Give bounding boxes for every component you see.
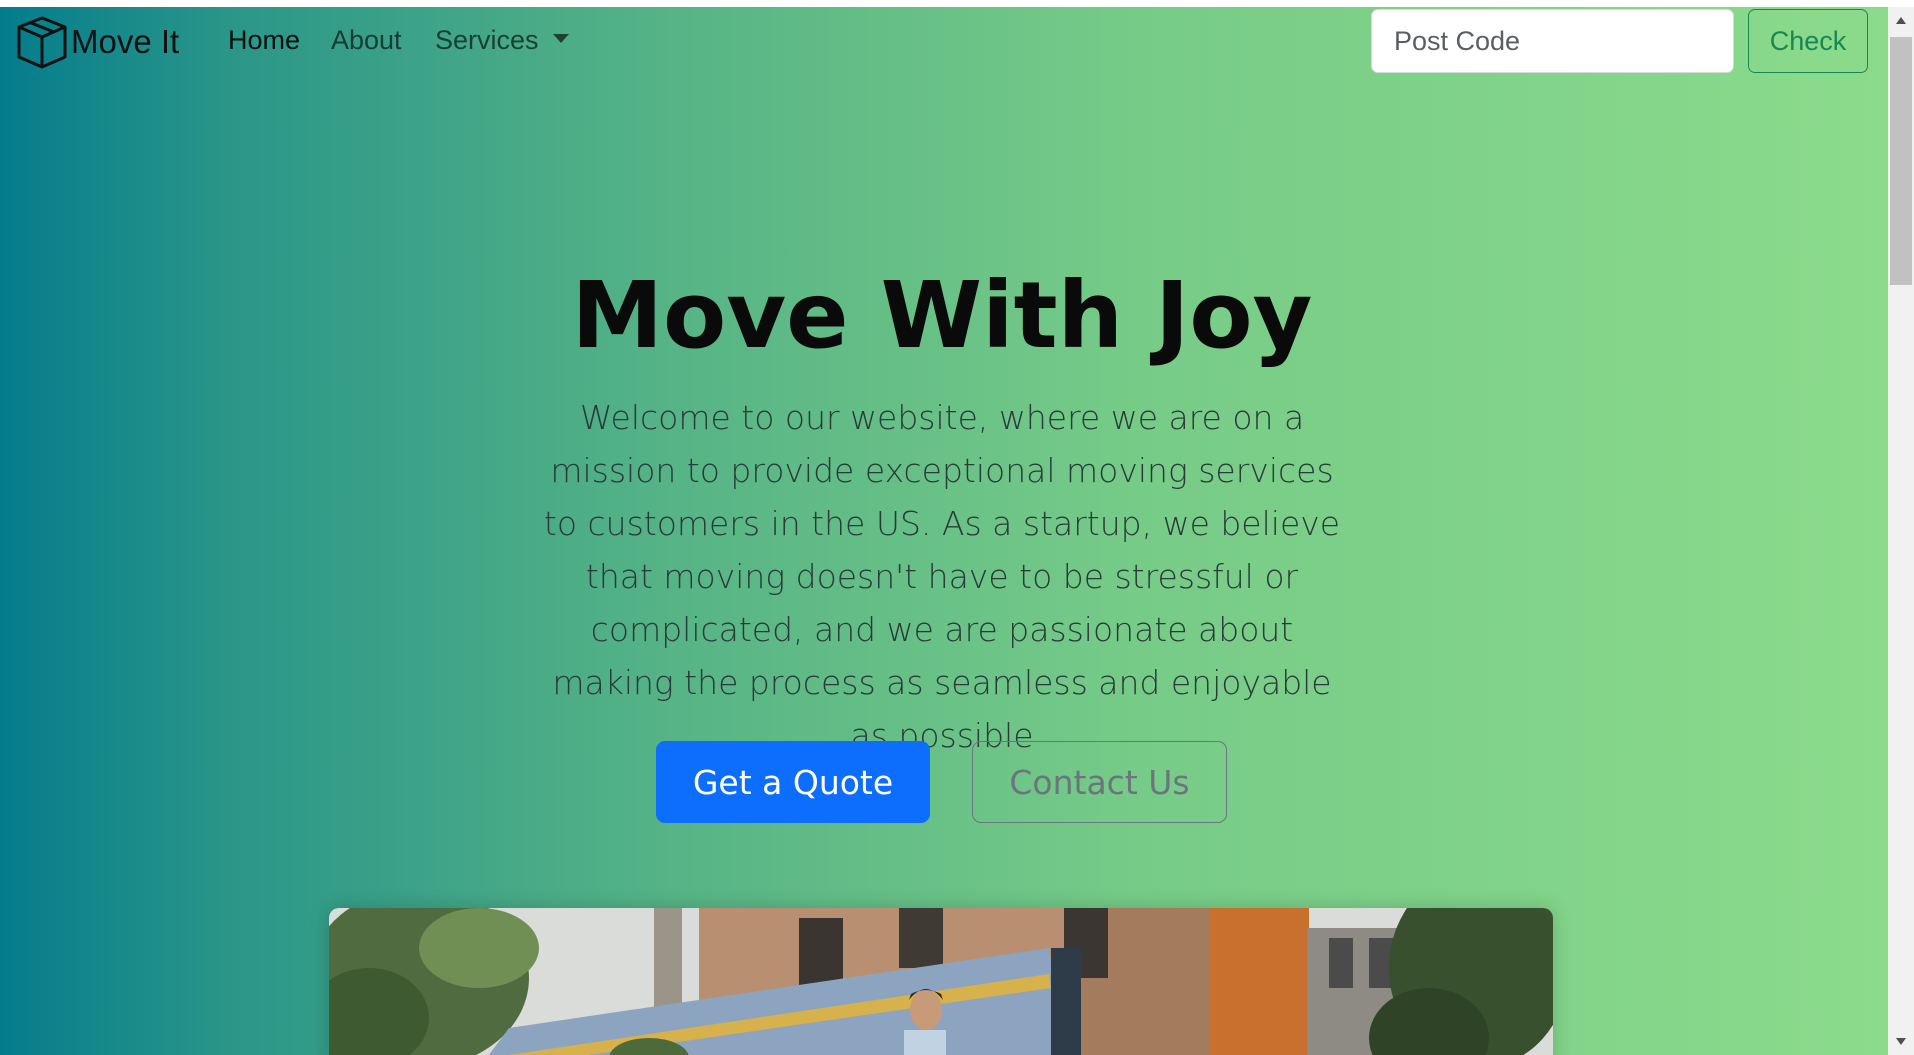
page-viewport: Move It Home About Services Check Move W… bbox=[0, 7, 1888, 1055]
arrow-down-icon bbox=[1896, 1038, 1906, 1045]
hero-moving-photo bbox=[329, 908, 1553, 1055]
nav-home-link[interactable]: Home bbox=[228, 25, 300, 56]
window-top-edge bbox=[0, 0, 1914, 7]
brand-link[interactable]: Move It bbox=[15, 13, 179, 71]
nav-services-dropdown[interactable]: Services bbox=[435, 25, 569, 56]
moving-truck-scene bbox=[329, 908, 1553, 1055]
scroll-up-button[interactable] bbox=[1888, 7, 1914, 33]
arrow-up-icon bbox=[1896, 17, 1906, 24]
post-code-input[interactable] bbox=[1371, 9, 1734, 73]
scroll-down-button[interactable] bbox=[1888, 1029, 1914, 1055]
nav-services-label: Services bbox=[435, 25, 539, 55]
nav-about-link[interactable]: About bbox=[331, 25, 402, 56]
hero-title: Move With Joy bbox=[571, 262, 1313, 369]
hero-lead-text: Welcome to our website, where we are on … bbox=[543, 398, 1341, 755]
navbar: Move It Home About Services Check bbox=[0, 7, 1888, 77]
get-quote-button[interactable]: Get a Quote bbox=[656, 741, 930, 823]
box-icon bbox=[17, 16, 67, 69]
scroll-thumb[interactable] bbox=[1890, 37, 1912, 285]
contact-us-button[interactable]: Contact Us bbox=[972, 741, 1227, 823]
check-button[interactable]: Check bbox=[1748, 9, 1868, 73]
brand-name: Move It bbox=[71, 23, 180, 60]
vertical-scrollbar[interactable] bbox=[1888, 7, 1914, 1055]
caret-down-icon bbox=[552, 34, 569, 44]
